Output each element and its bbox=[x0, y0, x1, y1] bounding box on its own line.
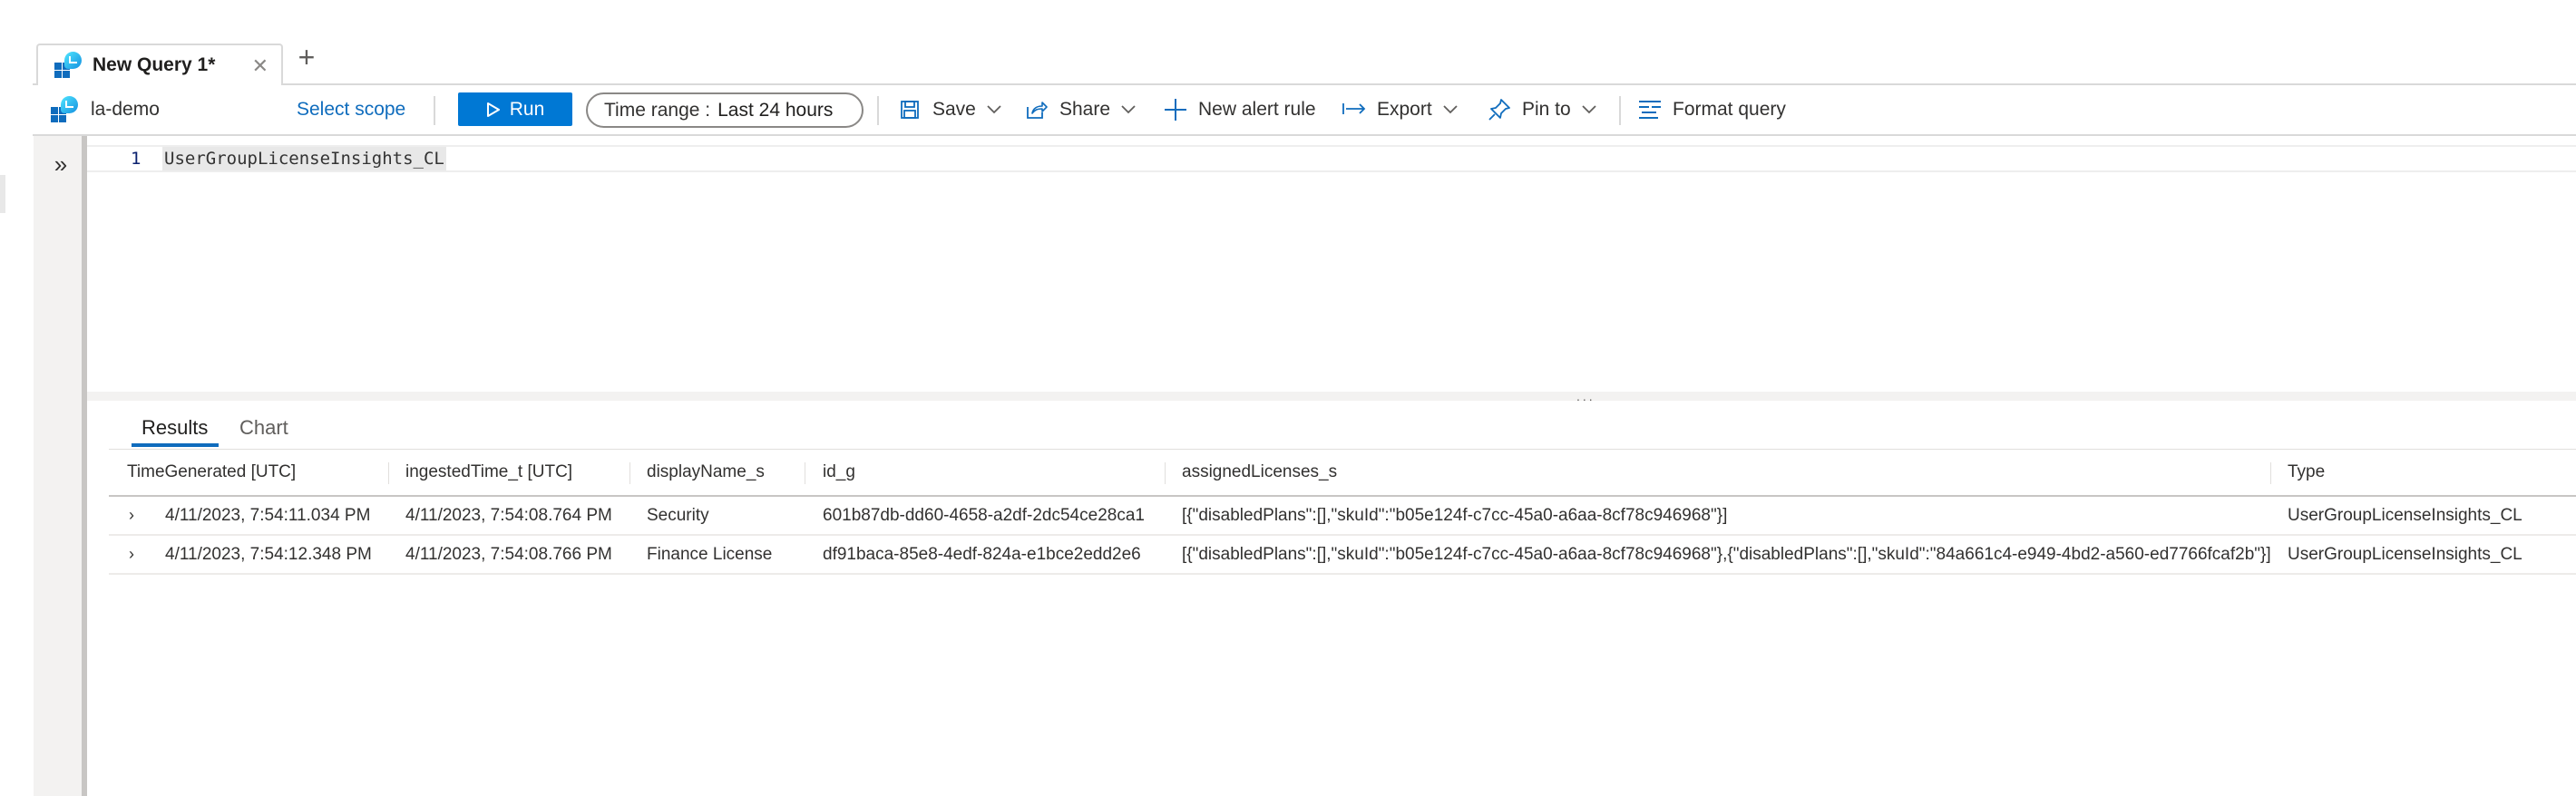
grid-header-row: TimeGenerated [UTC] ingestedTime_t [UTC]… bbox=[109, 450, 2576, 497]
share-icon bbox=[1025, 98, 1049, 121]
chevron-down-icon bbox=[987, 105, 1001, 114]
column-resizer[interactable] bbox=[629, 462, 630, 484]
table-row[interactable]: › 4/11/2023, 7:54:12.348 PM 4/11/2023, 7… bbox=[109, 536, 2576, 575]
table-row[interactable]: › 4/11/2023, 7:54:11.034 PM 4/11/2023, 7… bbox=[109, 497, 2576, 536]
column-header-assignedlicenses[interactable]: assignedLicenses_s bbox=[1182, 450, 1337, 495]
column-header-id[interactable]: id_g bbox=[823, 450, 855, 495]
play-icon bbox=[486, 102, 500, 117]
column-header-ingestedtime[interactable]: ingestedTime_t [UTC] bbox=[405, 450, 572, 495]
share-button[interactable]: Share bbox=[1025, 85, 1136, 134]
new-alert-rule-button[interactable]: New alert rule bbox=[1164, 85, 1316, 134]
close-icon[interactable]: ✕ bbox=[252, 54, 268, 78]
chevron-right-icon[interactable]: › bbox=[129, 497, 134, 534]
cell-displayname: Security bbox=[647, 506, 709, 525]
cell-id: df91baca-85e8-4edf-824a-e1bce2edd2e6 bbox=[823, 545, 1141, 564]
cell-ingestedtime: 4/11/2023, 7:54:08.764 PM bbox=[405, 506, 612, 525]
chevron-down-icon bbox=[1582, 105, 1596, 114]
format-icon bbox=[1638, 98, 1662, 121]
column-resizer[interactable] bbox=[2270, 462, 2271, 484]
line-number: 1 bbox=[131, 149, 141, 169]
plus-icon bbox=[1164, 98, 1187, 121]
new-alert-rule-label: New alert rule bbox=[1198, 99, 1316, 120]
log-analytics-icon bbox=[51, 96, 78, 123]
query-text[interactable]: UserGroupLicenseInsights_CL bbox=[162, 147, 446, 170]
export-icon bbox=[1342, 98, 1366, 121]
save-icon bbox=[898, 98, 922, 121]
pin-to-button[interactable]: Pin to bbox=[1488, 85, 1596, 134]
pin-icon bbox=[1488, 98, 1511, 121]
cell-assignedlicenses: [{"disabledPlans":[],"skuId":"b05e124f-c… bbox=[1182, 506, 1728, 525]
time-range-picker[interactable]: Time range : Last 24 hours bbox=[586, 92, 864, 128]
column-header-displayname[interactable]: displayName_s bbox=[647, 450, 765, 495]
export-label: Export bbox=[1377, 99, 1432, 120]
query-toolbar: la-demo Select scope Run Time range : La… bbox=[33, 85, 2576, 136]
schema-side-panel bbox=[34, 136, 82, 796]
run-label: Run bbox=[509, 98, 545, 120]
query-editor[interactable]: 1 UserGroupLicenseInsights_CL bbox=[87, 138, 2576, 392]
cell-type: UserGroupLicenseInsights_CL bbox=[2288, 545, 2522, 564]
save-label: Save bbox=[932, 99, 976, 120]
cell-timegenerated: 4/11/2023, 7:54:12.348 PM bbox=[165, 545, 372, 564]
pin-to-label: Pin to bbox=[1522, 99, 1571, 120]
splitter-handle[interactable]: ... bbox=[1576, 390, 1595, 403]
column-resizer[interactable] bbox=[388, 462, 389, 484]
double-chevron-right-icon[interactable]: » bbox=[47, 152, 74, 180]
cell-ingestedtime: 4/11/2023, 7:54:08.766 PM bbox=[405, 545, 612, 564]
cell-displayname: Finance License bbox=[647, 545, 773, 564]
cell-type: UserGroupLicenseInsights_CL bbox=[2288, 506, 2522, 525]
toolbar-separator bbox=[434, 96, 435, 125]
share-label: Share bbox=[1059, 99, 1111, 120]
column-header-type[interactable]: Type bbox=[2288, 450, 2325, 495]
column-header-timegenerated[interactable]: TimeGenerated [UTC] bbox=[127, 450, 296, 495]
active-tab-indicator bbox=[132, 443, 219, 447]
time-range-value: Last 24 hours bbox=[717, 99, 834, 121]
cell-id: 601b87db-dd60-4658-a2df-2dc54ce28ca1 bbox=[823, 506, 1145, 525]
new-tab-button[interactable]: + bbox=[290, 42, 323, 74]
chevron-down-icon bbox=[1443, 105, 1458, 114]
tab-strip-divider bbox=[33, 83, 2576, 85]
results-grid: TimeGenerated [UTC] ingestedTime_t [UTC]… bbox=[109, 450, 2576, 575]
time-range-label: Time range : bbox=[604, 99, 711, 121]
editor-results-splitter[interactable]: ... bbox=[87, 390, 2576, 403]
query-tab-new-query-1[interactable]: New Query 1* ✕ bbox=[36, 44, 283, 85]
toolbar-separator bbox=[877, 96, 879, 125]
cell-timegenerated: 4/11/2023, 7:54:11.034 PM bbox=[165, 506, 371, 525]
tab-chart[interactable]: Chart bbox=[239, 410, 288, 446]
workspace-name: la-demo bbox=[91, 99, 160, 120]
workspace-indicator: la-demo bbox=[51, 85, 160, 134]
export-button[interactable]: Export bbox=[1342, 85, 1458, 134]
left-strip bbox=[0, 136, 34, 796]
chevron-down-icon bbox=[1121, 105, 1136, 114]
save-button[interactable]: Save bbox=[898, 85, 1001, 134]
format-query-label: Format query bbox=[1673, 99, 1786, 120]
editor-line[interactable]: 1 UserGroupLicenseInsights_CL bbox=[87, 145, 2576, 172]
chevron-right-icon[interactable]: › bbox=[129, 536, 134, 573]
select-scope-link[interactable]: Select scope bbox=[297, 85, 405, 134]
tab-results[interactable]: Results bbox=[141, 410, 208, 446]
cell-assignedlicenses: [{"disabledPlans":[],"skuId":"b05e124f-c… bbox=[1182, 545, 2271, 564]
plus-icon: + bbox=[298, 41, 316, 73]
log-analytics-icon bbox=[54, 52, 82, 79]
run-button[interactable]: Run bbox=[458, 92, 572, 126]
column-resizer[interactable] bbox=[1165, 462, 1166, 484]
toolbar-separator bbox=[1619, 96, 1621, 125]
format-query-button[interactable]: Format query bbox=[1638, 85, 1786, 134]
tab-title: New Query 1* bbox=[93, 54, 216, 75]
left-strip-marker bbox=[0, 175, 5, 213]
